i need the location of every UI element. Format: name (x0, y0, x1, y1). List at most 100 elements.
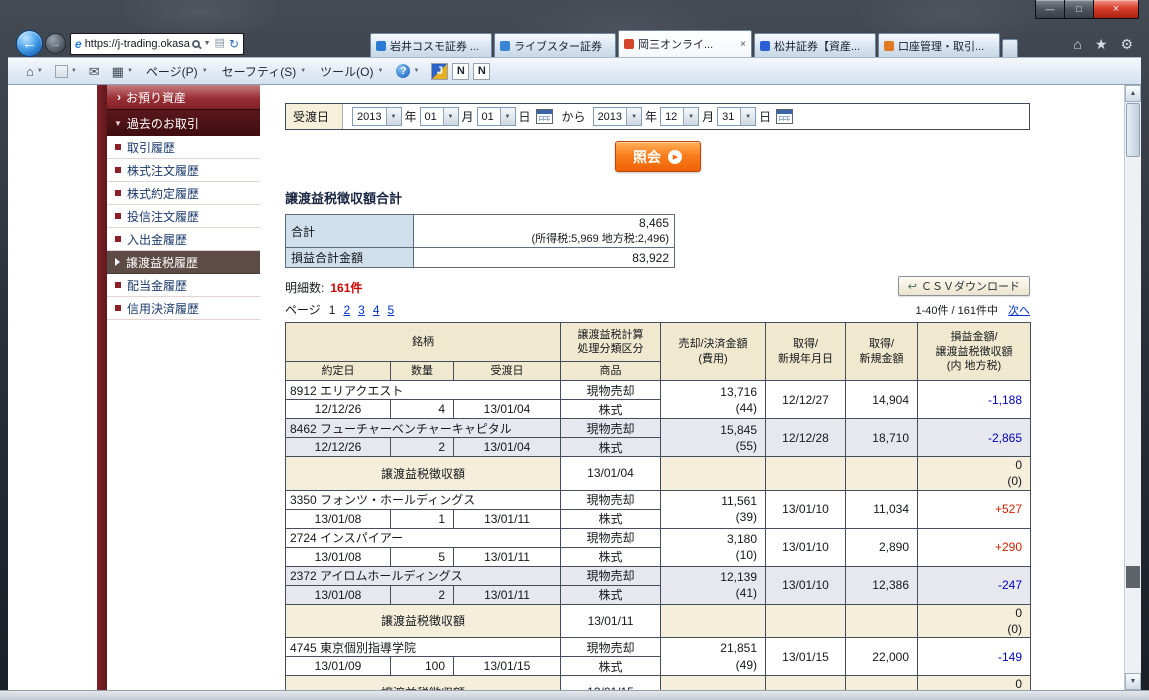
date-filter-box: 受渡日 2013▼ 年 01▼ 月 01▼ 日 から 2013▼ 年 12▼ 月… (285, 103, 1030, 130)
sidebar-item[interactable]: 取引履歴 (107, 136, 260, 159)
to-year-select[interactable]: 2013▼ (593, 107, 642, 126)
refresh-icon[interactable]: ↻ (229, 38, 239, 50)
dropdown-icon[interactable]: ▼ (204, 40, 211, 47)
search-icon[interactable] (192, 40, 200, 48)
summary-heading: 譲渡益税徴収額合計 (285, 188, 1030, 207)
contract-date-cell: 12/12/26 (286, 400, 391, 419)
list-meta: 明細数:161件 ↩ ＣＳＶダウンロード (285, 276, 1030, 296)
addon-icon[interactable]: N (473, 63, 490, 80)
from-month-select[interactable]: 01▼ (420, 107, 459, 126)
empty-cell (766, 604, 846, 637)
stock-name-cell: 2372 アイロムホールディングス (286, 566, 561, 585)
calendar-icon[interactable] (536, 109, 553, 124)
window-controls: — □ × (1035, 0, 1139, 19)
sidebar-item[interactable]: 配当金履歴 (107, 274, 260, 297)
settlement-date-cell: 13/01/11 (454, 585, 561, 604)
bullet-icon (115, 190, 121, 196)
contract-date-cell: 13/01/09 (286, 657, 391, 676)
browser-tab[interactable]: 岡三オンライ...× (618, 30, 752, 57)
compatibility-icon[interactable]: ▤ (215, 38, 225, 49)
table-row: 2372 アイロムホールディングス現物売却12,139(41)13/01/101… (286, 566, 1031, 585)
back-button[interactable]: ← (16, 30, 43, 57)
from-year-select[interactable]: 2013▼ (352, 107, 401, 126)
play-icon: ▶ (668, 150, 682, 164)
browser-tab[interactable]: ライブスター証券 (494, 33, 616, 57)
print-menu-button[interactable]: ▦ ▼ (106, 60, 139, 82)
inquiry-button[interactable]: 照会 ▶ (615, 141, 701, 172)
new-tab-button[interactable] (1002, 39, 1018, 57)
col-product: 商品 (561, 362, 661, 381)
csv-download-icon: ↩ (908, 280, 917, 293)
page-number-link[interactable]: 3 (358, 303, 365, 317)
close-button[interactable]: × (1093, 0, 1139, 19)
command-menu-item[interactable]: ツール(O)▼ (313, 60, 390, 82)
page-number-link[interactable]: 4 (373, 303, 380, 317)
to-month-select[interactable]: 12▼ (660, 107, 699, 126)
sale-amount-cell: 3,180(10) (661, 528, 766, 566)
results-table-body: 8912 エリアクエスト現物売却13,716(44)12/12/2714,904… (286, 381, 1031, 690)
command-menu-item[interactable]: ページ(P)▼ (139, 60, 215, 82)
command-menu-item[interactable]: セーフティ(S)▼ (215, 60, 314, 82)
sidebar-item[interactable]: 株式約定履歴 (107, 182, 260, 205)
sidebar: › お預り資産 ▼ 過去のお取引 取引履歴株式注文履歴株式約定履歴投信注文履歴入… (107, 85, 260, 320)
from-day-select[interactable]: 01▼ (477, 107, 516, 126)
sidebar-item[interactable]: 入出金履歴 (107, 228, 260, 251)
help-menu-button[interactable]: ? ▼ (390, 60, 425, 82)
page-number-link[interactable]: 2 (343, 303, 350, 317)
sidebar-item[interactable]: 株式注文履歴 (107, 159, 260, 182)
csv-download-button[interactable]: ↩ ＣＳＶダウンロード (898, 276, 1030, 296)
next-page-link[interactable]: 次へ (1008, 302, 1030, 318)
unit-day-label: 日 (759, 108, 771, 125)
unit-year-label: 年 (405, 108, 417, 125)
dropdown-icon: ▼ (127, 68, 133, 74)
sidebar-section-assets[interactable]: › お預り資産 (107, 85, 260, 109)
scroll-up-button[interactable]: ▲ (1125, 85, 1141, 102)
tab-label: 岩井コスモ証券 ... (390, 38, 486, 54)
scroll-down-button[interactable]: ▼ (1125, 673, 1141, 690)
sidebar-item[interactable]: 信用決済履歴 (107, 297, 260, 320)
table-row: 8912 エリアクエスト現物売却13,716(44)12/12/2714,904… (286, 381, 1031, 400)
trade-type-cell: 現物売却 (561, 528, 661, 547)
summary-total-value: 8,465 (所得税:5,969 地方税:2,496) (414, 215, 675, 248)
page-number-current: 1 (329, 303, 336, 317)
settings-gear-icon[interactable]: ⚙ (1120, 37, 1133, 51)
vertical-scrollbar[interactable]: ▲ ▼ (1124, 85, 1141, 690)
site-favicon: e (75, 37, 82, 51)
feed-button[interactable]: ▼ (49, 60, 83, 82)
sidebar-section-past-trades[interactable]: ▼ 過去のお取引 (107, 109, 260, 136)
subtotal-date-cell: 13/01/11 (561, 604, 661, 637)
calendar-icon[interactable] (776, 109, 793, 124)
scrollbar-thumb[interactable] (1126, 103, 1140, 157)
forward-button[interactable]: → (45, 33, 66, 54)
unit-day-label: 日 (519, 108, 531, 125)
addon-icon[interactable]: N (452, 63, 469, 80)
dropdown-icon: ▼ (300, 68, 306, 74)
command-menus: ページ(P)▼セーフティ(S)▼ツール(O)▼ (139, 60, 391, 82)
home-menu-button[interactable]: ⌂ ▼ (20, 60, 49, 82)
scrollbar-track[interactable] (1125, 102, 1141, 673)
minimize-button[interactable]: — (1035, 0, 1065, 19)
browser-tab[interactable]: 松井証券【資産... (754, 33, 876, 57)
sidebar-item[interactable]: 投信注文履歴 (107, 205, 260, 228)
maximize-button[interactable]: □ (1065, 0, 1093, 19)
table-row: 3350 フォンツ・ホールディングス現物売却11,561(39)13/01/10… (286, 490, 1031, 509)
addon-icon[interactable]: J (431, 63, 448, 80)
home-icon[interactable]: ⌂ (1073, 37, 1081, 51)
browser-window: — □ × ← → e https://j-trading.okasan-onl… (0, 0, 1149, 700)
col-settlement-date: 受渡日 (454, 362, 561, 381)
to-day-select[interactable]: 31▼ (717, 107, 756, 126)
col-profit-loss: 損益金額/譲渡益税徴収額(内 地方税) (918, 323, 1031, 381)
browser-tab[interactable]: 口座管理・取引... (878, 33, 1000, 57)
address-bar[interactable]: e https://j-trading.okasan-onlin... ▼ ▤ … (70, 33, 244, 55)
sidebar-item-label: 株式注文履歴 (127, 162, 199, 179)
sidebar-item[interactable]: 譲渡益税履歴 (107, 251, 260, 274)
contract-date-cell: 13/01/08 (286, 547, 391, 566)
favorites-star-icon[interactable]: ★ (1095, 37, 1108, 51)
tab-close-icon[interactable]: × (740, 39, 746, 50)
trade-type-cell: 現物売却 (561, 381, 661, 400)
browser-tab[interactable]: 岩井コスモ証券 ... (370, 33, 492, 57)
page-number-link[interactable]: 5 (388, 303, 395, 317)
table-row: 2724 インスパイアー現物売却3,180(10)13/01/102,890+2… (286, 528, 1031, 547)
mail-button[interactable]: ✉ (83, 60, 106, 82)
back-icon: ← (22, 35, 37, 52)
